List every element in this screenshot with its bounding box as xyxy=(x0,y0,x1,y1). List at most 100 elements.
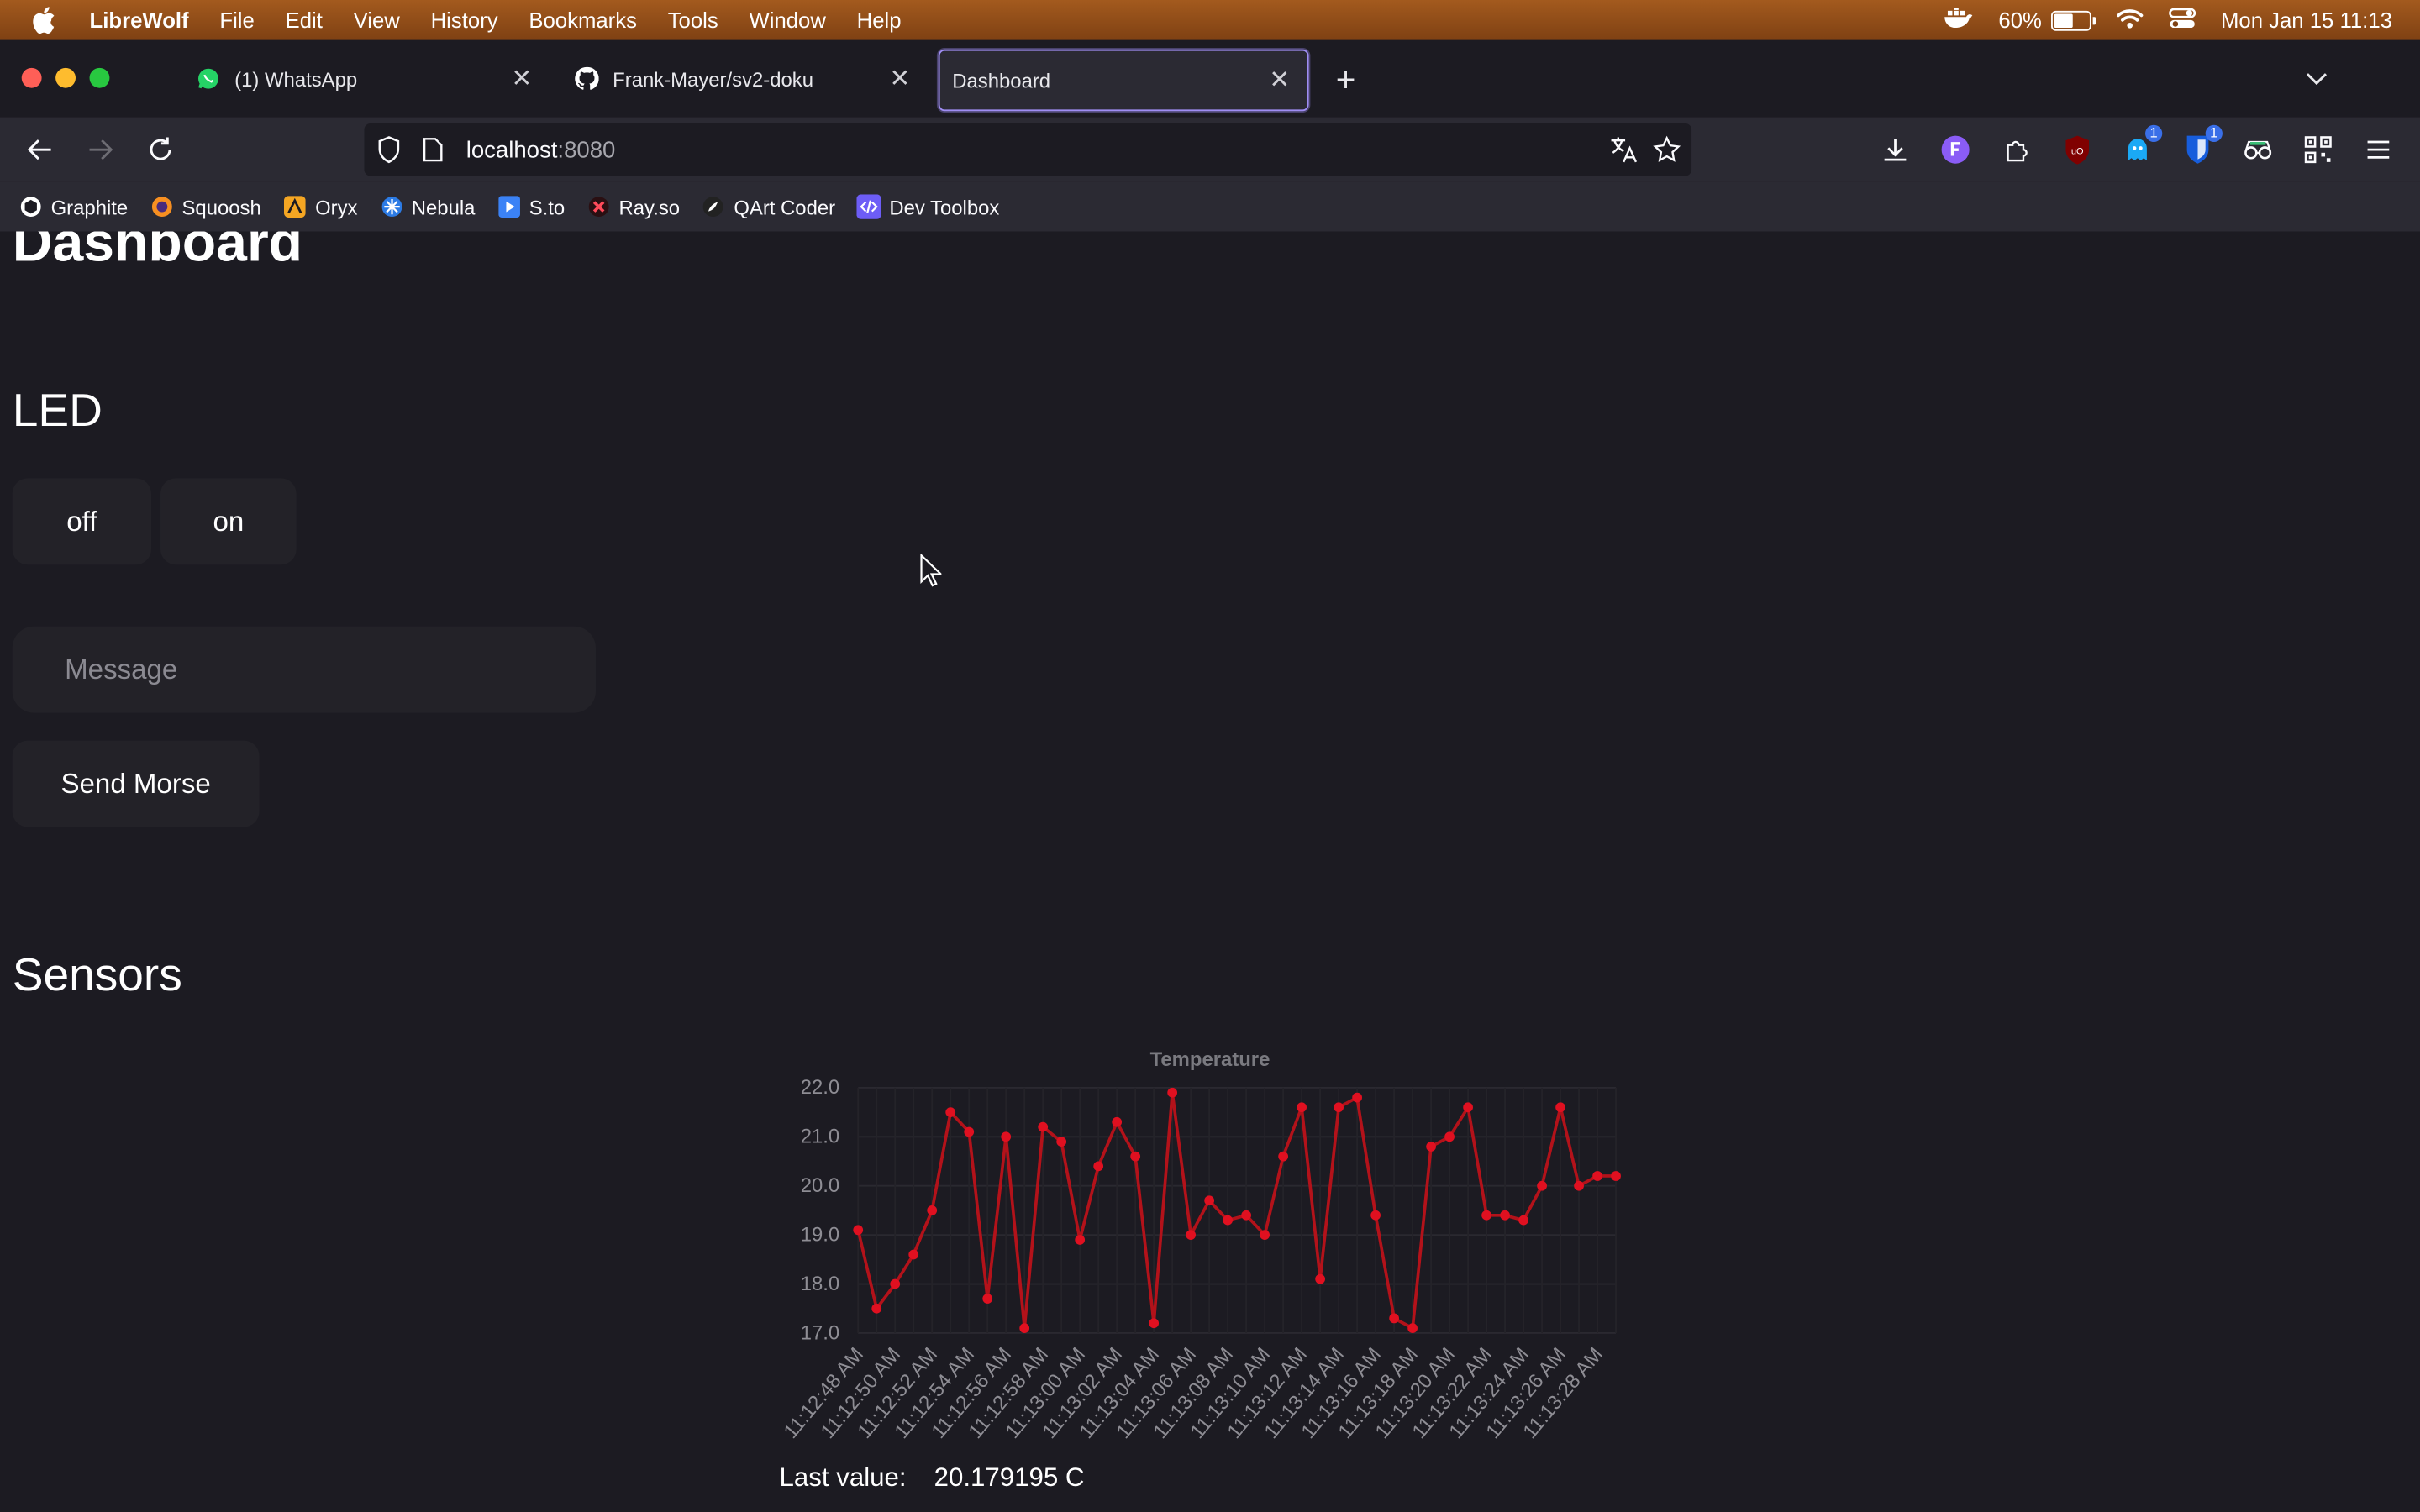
url-bar[interactable]: localhost:8080 xyxy=(364,123,1692,176)
led-off-button[interactable]: off xyxy=(12,478,151,565)
menu-window[interactable]: Window xyxy=(749,8,825,32)
extension-badge: 1 xyxy=(2145,124,2163,142)
data-point xyxy=(853,1225,864,1236)
docker-icon[interactable] xyxy=(1943,5,1974,33)
tab-whatsapp[interactable]: (1) WhatsApp ✕ xyxy=(176,50,549,108)
reader-glasses-icon[interactable] xyxy=(2239,131,2276,168)
bookmark-ray-so[interactable]: Ray.so xyxy=(587,194,680,218)
data-point xyxy=(1093,1161,1104,1172)
battery-status[interactable]: 60% xyxy=(1998,8,2096,33)
downloads-icon[interactable] xyxy=(1876,131,1913,168)
bookmark-label: Graphite xyxy=(50,195,129,218)
data-point xyxy=(1537,1180,1547,1191)
bookmark-s-to[interactable]: S.to xyxy=(497,194,565,218)
tab-dashboard[interactable]: Dashboard ✕ xyxy=(938,49,1309,112)
list-all-tabs-icon[interactable] xyxy=(2300,61,2333,95)
close-tab-icon[interactable]: ✕ xyxy=(1264,65,1295,96)
qr-code-icon[interactable] xyxy=(2300,131,2337,168)
y-tick-label: 20.0 xyxy=(801,1174,839,1197)
menubar-clock[interactable]: Mon Jan 15 11:13 xyxy=(2221,8,2392,32)
bookmark-label: Nebula xyxy=(411,195,476,218)
tracking-protection-shield-icon[interactable] xyxy=(376,136,404,164)
menu-edit[interactable]: Edit xyxy=(286,8,323,32)
data-point xyxy=(908,1249,919,1260)
apple-menu-icon[interactable] xyxy=(31,6,62,34)
bookmark-star-icon[interactable] xyxy=(1651,134,1682,165)
bookmark-squoosh[interactable]: Squoosh xyxy=(150,194,261,218)
data-point xyxy=(1297,1102,1307,1113)
oryx-icon xyxy=(282,194,307,218)
data-point xyxy=(1260,1230,1270,1240)
data-point xyxy=(890,1278,901,1289)
wifi-icon[interactable] xyxy=(2116,7,2144,33)
menu-tools[interactable]: Tools xyxy=(668,8,718,32)
bookmark-dev-toolbox[interactable]: Dev Toolbox xyxy=(856,194,999,219)
bookmark-label: QArt Coder xyxy=(734,195,836,218)
send-morse-button[interactable]: Send Morse xyxy=(12,740,260,827)
led-heading: LED xyxy=(12,386,103,437)
morse-message-input[interactable] xyxy=(12,626,596,713)
minimize-window-button[interactable] xyxy=(55,67,76,88)
menu-history[interactable]: History xyxy=(431,8,498,32)
new-tab-button[interactable]: + xyxy=(1328,60,1365,99)
data-point xyxy=(1223,1215,1234,1226)
ghostery-icon[interactable]: 1 xyxy=(2119,124,2163,168)
url-text[interactable]: localhost:8080 xyxy=(466,137,616,163)
bookmark-nebula[interactable]: Nebula xyxy=(379,194,475,218)
close-tab-icon[interactable]: ✕ xyxy=(884,63,915,94)
ublock-origin-icon[interactable]: uO xyxy=(2059,131,2096,168)
window-controls xyxy=(21,67,110,88)
data-point xyxy=(1167,1087,1178,1098)
bookmark-oryx[interactable]: Oryx xyxy=(282,194,357,218)
dev-toolbox-icon xyxy=(856,194,882,219)
chart-title: Temperature xyxy=(1150,1048,1270,1071)
menu-help[interactable]: Help xyxy=(857,8,902,32)
led-on-button[interactable]: on xyxy=(160,478,297,565)
data-point xyxy=(1075,1235,1086,1245)
menu-app-name[interactable]: LibreWolf xyxy=(90,8,189,32)
sensors-heading: Sensors xyxy=(12,950,182,1002)
data-point xyxy=(945,1107,956,1117)
data-point xyxy=(1518,1215,1528,1226)
data-point xyxy=(1334,1102,1344,1113)
control-center-icon[interactable] xyxy=(2169,7,2196,33)
profile-f-icon[interactable] xyxy=(1937,131,1974,168)
battery-percent: 60% xyxy=(1998,8,2042,33)
data-point xyxy=(1592,1171,1602,1181)
tab-title: Dashboard xyxy=(952,68,1051,92)
data-point xyxy=(1019,1323,1030,1333)
reload-button[interactable] xyxy=(142,131,179,168)
forward-button[interactable] xyxy=(82,131,118,168)
tab-title: Frank-Mayer/sv2-doku xyxy=(613,66,814,91)
close-window-button[interactable] xyxy=(21,67,42,88)
data-point xyxy=(1112,1116,1123,1127)
bookmark-qart-coder[interactable]: QArt Coder xyxy=(702,194,835,218)
data-point xyxy=(1574,1180,1584,1191)
tab-github[interactable]: Frank-Mayer/sv2-doku ✕ xyxy=(554,50,927,108)
bookmark-label: Ray.so xyxy=(618,195,681,218)
last-value: 20.179195 C xyxy=(934,1462,1085,1493)
bookmark-label: Oryx xyxy=(315,195,358,218)
data-point xyxy=(1444,1131,1455,1142)
menu-view[interactable]: View xyxy=(354,8,400,32)
y-tick-label: 21.0 xyxy=(801,1126,839,1148)
bitwarden-icon[interactable]: 1 xyxy=(2179,124,2223,168)
app-menu-hamburger-icon[interactable] xyxy=(2360,131,2396,168)
extensions-puzzle-icon[interactable] xyxy=(1999,131,2036,168)
tab-strip: (1) WhatsApp ✕ Frank-Mayer/sv2-doku ✕ Da… xyxy=(0,39,2420,118)
zoom-window-button[interactable] xyxy=(89,67,110,88)
translate-icon[interactable] xyxy=(1608,134,1639,165)
squoosh-icon xyxy=(150,194,174,218)
page-info-icon[interactable] xyxy=(423,136,447,164)
s-to-play-icon xyxy=(497,194,521,218)
y-tick-label: 19.0 xyxy=(801,1223,839,1246)
menu-bookmarks[interactable]: Bookmarks xyxy=(529,8,637,32)
data-point xyxy=(1481,1210,1491,1221)
bookmark-graphite[interactable]: Graphite xyxy=(18,194,128,218)
close-tab-icon[interactable]: ✕ xyxy=(506,63,537,94)
back-button[interactable] xyxy=(22,131,59,168)
graphite-icon xyxy=(18,194,43,218)
data-point xyxy=(964,1126,975,1137)
chart-x-axis: 11:12:48 AM11:12:50 AM11:12:52 AM11:12:5… xyxy=(779,1343,1607,1443)
menu-file[interactable]: File xyxy=(219,8,254,32)
